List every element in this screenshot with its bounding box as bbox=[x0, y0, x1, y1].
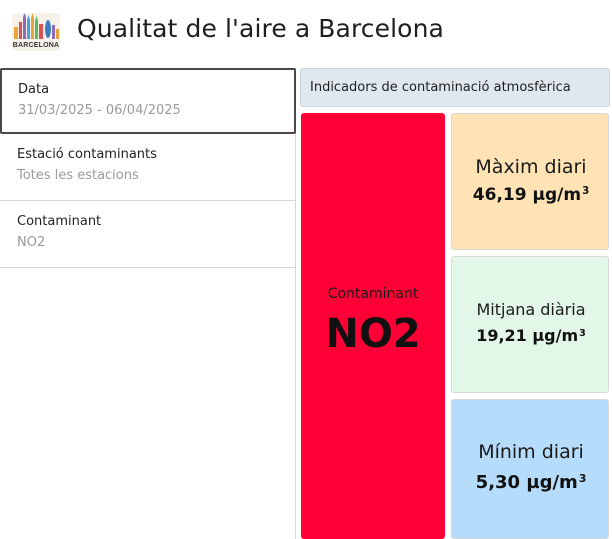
filter-panel: Data 31/03/2025 - 06/04/2025 Estació con… bbox=[0, 68, 296, 539]
filter-station-label: Estació contaminants bbox=[17, 147, 157, 162]
max-daily-number: 46,19 µg/m bbox=[472, 185, 582, 205]
filter-date-label: Data bbox=[18, 82, 50, 97]
pollutant-value: NO2 bbox=[325, 311, 421, 357]
min-daily-value: 5,30 µg/m3 bbox=[452, 472, 610, 493]
filter-station[interactable]: Estació contaminants Totes les estacions bbox=[0, 134, 296, 201]
header: BARCELONA Qualitat de l'aire a Barcelona bbox=[0, 0, 612, 62]
filter-pollutant-label: Contaminant bbox=[17, 214, 102, 229]
filter-station-value: Totes les estacions bbox=[17, 168, 139, 183]
app-root: BARCELONA Qualitat de l'aire a Barcelona… bbox=[0, 0, 612, 539]
pollutant-label: Contaminant bbox=[327, 286, 419, 302]
avg-daily-label: Mitjana diària bbox=[476, 300, 586, 319]
min-daily-unit-exponent: 3 bbox=[578, 472, 587, 486]
avg-daily-value: 19,21 µg/m3 bbox=[452, 326, 610, 345]
page-title: Qualitat de l'aire a Barcelona bbox=[77, 14, 444, 43]
max-daily-label: Màxim diari bbox=[475, 156, 587, 178]
filter-pollutant-value: NO2 bbox=[17, 235, 46, 250]
avg-daily-unit-exponent: 3 bbox=[579, 327, 586, 339]
min-daily-label: Mínim diari bbox=[478, 441, 584, 463]
max-daily-card: Màxim diari 46,19 µg/m3 bbox=[451, 113, 609, 250]
indicators-panel: Indicadors de contaminació atmosfèrica C… bbox=[300, 68, 612, 539]
barcelona-logo: BARCELONA bbox=[12, 13, 60, 51]
max-daily-unit-exponent: 3 bbox=[582, 186, 590, 198]
skyline-icon bbox=[14, 13, 59, 39]
logo-text: BARCELONA bbox=[12, 42, 60, 49]
indicators-title: Indicadors de contaminació atmosfèrica bbox=[300, 68, 610, 107]
filter-pollutant[interactable]: Contaminant NO2 bbox=[0, 201, 296, 268]
avg-daily-number: 19,21 µg/m bbox=[476, 326, 579, 345]
filter-date-value: 31/03/2025 - 06/04/2025 bbox=[18, 103, 181, 118]
filter-date[interactable]: Data 31/03/2025 - 06/04/2025 bbox=[0, 68, 296, 134]
min-daily-card: Mínim diari 5,30 µg/m3 bbox=[451, 399, 609, 539]
avg-daily-card: Mitjana diària 19,21 µg/m3 bbox=[451, 256, 609, 393]
max-daily-value: 46,19 µg/m3 bbox=[452, 185, 610, 205]
pollutant-card: Contaminant NO2 bbox=[301, 113, 445, 539]
min-daily-number: 5,30 µg/m bbox=[475, 472, 578, 493]
